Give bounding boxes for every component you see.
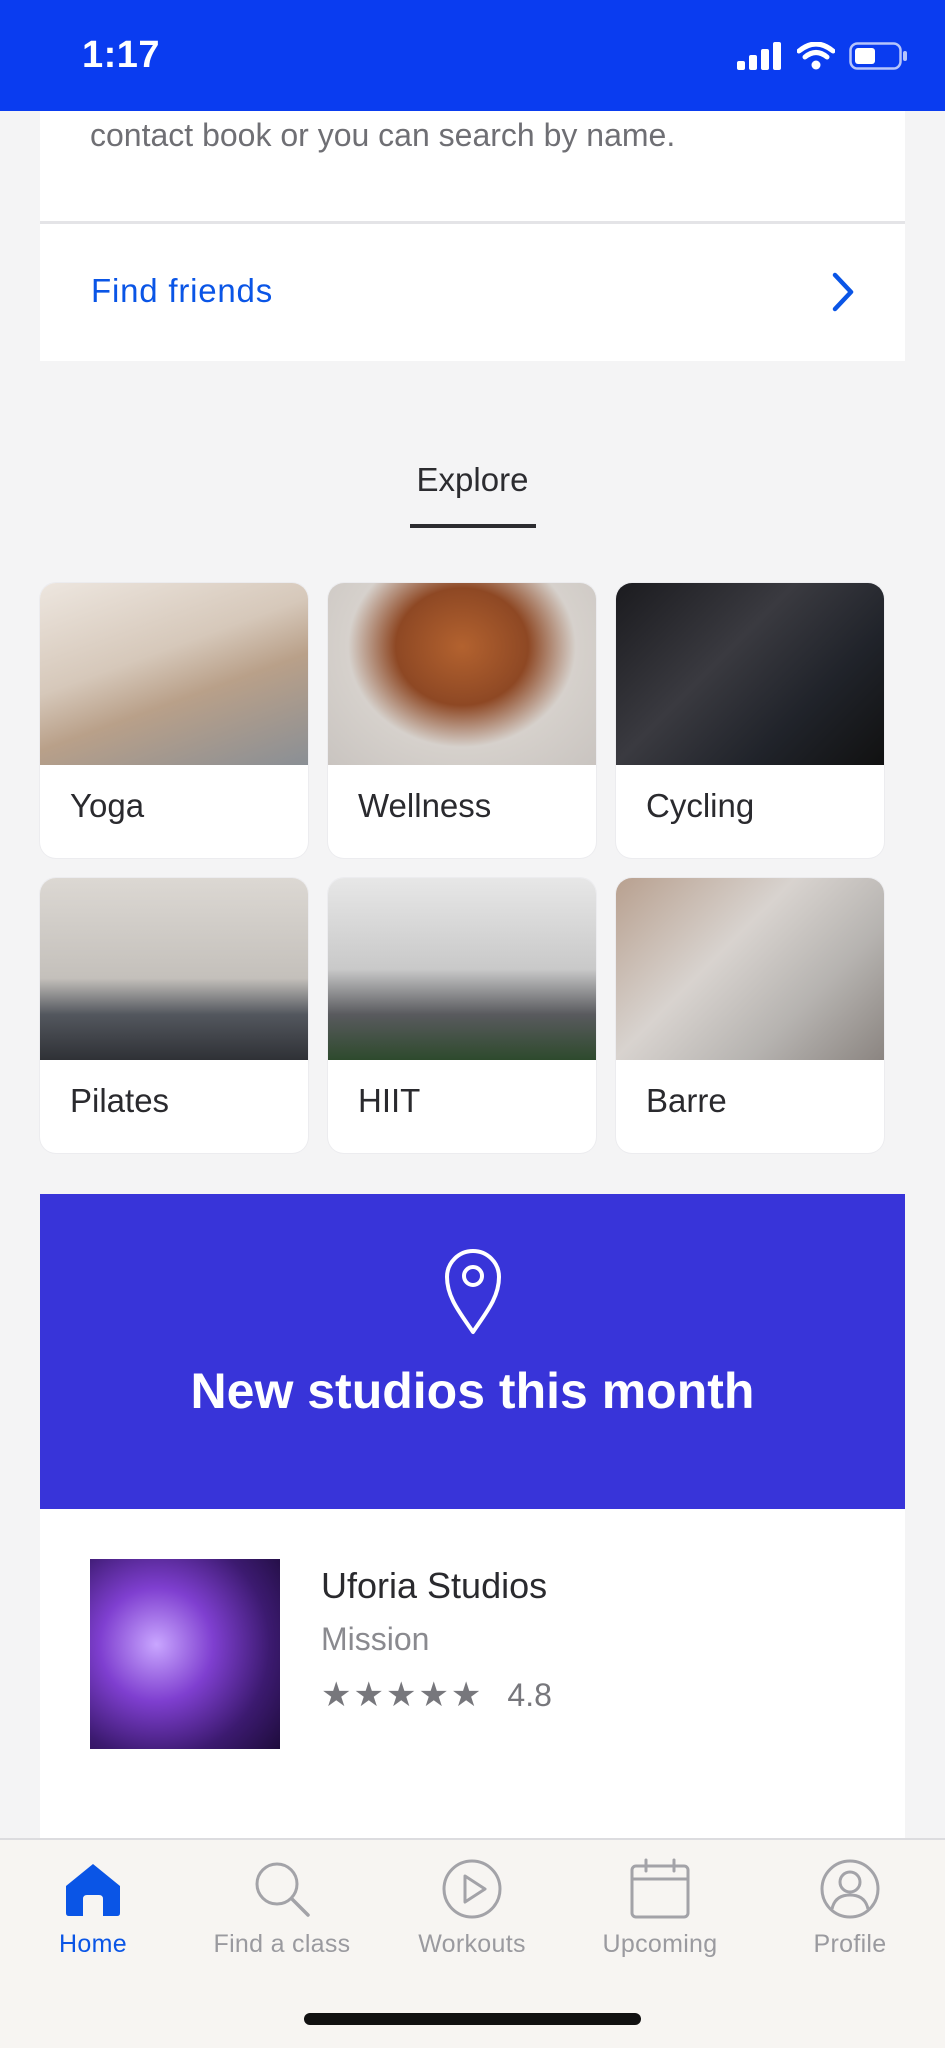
category-label: Yoga <box>70 787 145 824</box>
category-tile-wellness[interactable]: Wellness <box>328 583 596 858</box>
signal-icon <box>737 42 783 75</box>
tab-label: Upcoming <box>602 1930 718 1958</box>
studio-rating: ★★★★★ 4.8 <box>321 1675 552 1715</box>
star-rating-icon: ★★★★★ <box>321 1676 484 1714</box>
category-tile-barre[interactable]: Barre <box>616 878 884 1153</box>
home-indicator <box>304 2013 641 2025</box>
new-studios-banner[interactable]: New studios this month <box>40 1194 905 1509</box>
status-bar: 1:17 <box>0 0 945 111</box>
tab-home[interactable]: Home <box>13 1856 173 1959</box>
cycling-image <box>616 583 884 765</box>
status-icons <box>737 41 909 75</box>
category-label: Wellness <box>358 787 492 824</box>
chevron-right-icon <box>831 272 855 317</box>
category-label: Pilates <box>70 1082 170 1119</box>
category-tile-yoga[interactable]: Yoga <box>40 583 308 858</box>
invite-card: contact book or you can search by name. <box>40 111 905 221</box>
explore-tab-underline <box>410 524 536 528</box>
invite-card-text: contact book or you can search by name. <box>90 117 676 153</box>
wifi-icon <box>796 41 836 75</box>
studio-name: Uforia Studios <box>321 1565 548 1606</box>
explore-tab-title[interactable]: Explore <box>0 461 945 499</box>
tab-label: Home <box>59 1930 127 1958</box>
category-grid: Yoga Wellness Cycling Pilates HIIT Barre <box>40 583 886 1153</box>
tab-label: Profile <box>813 1930 887 1958</box>
tab-label: Workouts <box>418 1930 526 1958</box>
home-icon <box>13 1856 173 1922</box>
find-friends-button[interactable]: Find friends <box>40 224 905 361</box>
tab-label: Find a class <box>213 1930 351 1958</box>
category-tile-hiit[interactable]: HIIT <box>328 878 596 1153</box>
find-friends-label: Find friends <box>91 272 274 309</box>
banner-title: New studios this month <box>190 1363 755 1419</box>
tab-upcoming[interactable]: Upcoming <box>580 1856 740 1959</box>
studio-thumbnail <box>90 1559 280 1749</box>
category-tile-cycling[interactable]: Cycling <box>616 583 884 858</box>
home-scroll-content[interactable]: contact book or you can search by name. … <box>0 111 945 1838</box>
wellness-image <box>328 583 596 765</box>
yoga-image <box>40 583 308 765</box>
play-icon <box>392 1856 552 1922</box>
studio-card[interactable]: Uforia Studios Mission ★★★★★ 4.8 <box>40 1509 905 1838</box>
category-label: HIIT <box>358 1082 421 1119</box>
barre-image <box>616 878 884 1060</box>
profile-icon <box>770 1856 930 1922</box>
tab-find-a-class[interactable]: Find a class <box>202 1856 362 1959</box>
status-time: 1:17 <box>82 34 161 76</box>
pilates-image <box>40 878 308 1060</box>
location-pin-icon <box>443 1246 503 1341</box>
category-tile-pilates[interactable]: Pilates <box>40 878 308 1153</box>
category-label: Cycling <box>646 787 755 824</box>
search-icon <box>202 1856 362 1922</box>
tab-profile[interactable]: Profile <box>770 1856 930 1959</box>
rating-value: 4.8 <box>507 1676 552 1713</box>
bottom-tab-bar: Home Find a class Workouts Upcoming Prof… <box>0 1838 945 2048</box>
studio-location: Mission <box>321 1621 430 1657</box>
hiit-image <box>328 878 596 1060</box>
battery-icon <box>849 42 909 75</box>
calendar-icon <box>580 1856 740 1922</box>
category-label: Barre <box>646 1082 727 1119</box>
tab-workouts[interactable]: Workouts <box>392 1856 552 1959</box>
